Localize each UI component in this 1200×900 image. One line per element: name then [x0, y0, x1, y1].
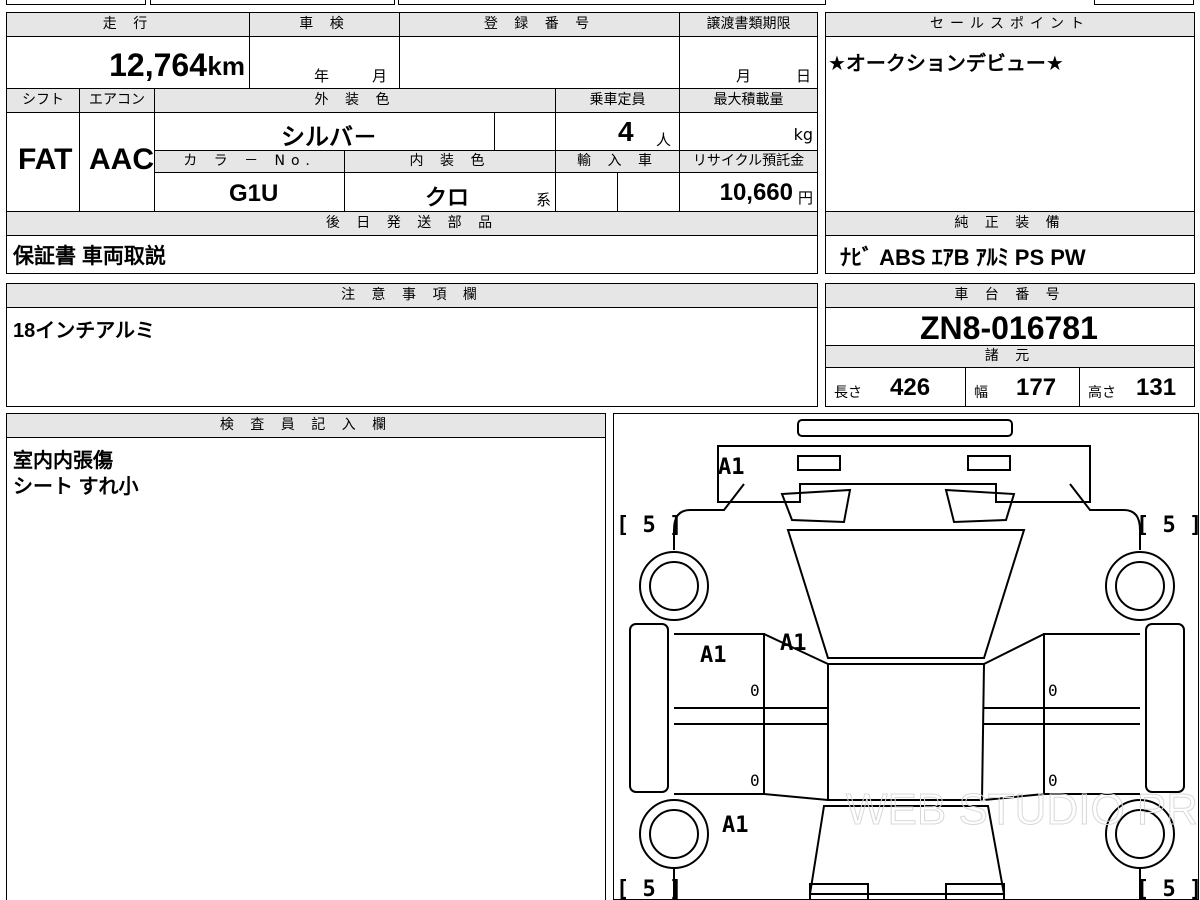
transfer-deadline-header: 譲渡書類期限 [680, 13, 817, 37]
transfer-day: 日 [796, 67, 812, 85]
mileage-header: 走 行 [7, 13, 250, 37]
equipment-section: 純 正 装 備 ﾅﾋﾞ ABS ｴｱB ｱﾙﾐ PS PW [825, 212, 1195, 274]
zero-mark-3: 0 [1048, 681, 1058, 700]
notes-section: 注 意 事 項 欄 18インチアルミ [6, 283, 818, 407]
exterior-header: 外 装 色 [155, 89, 556, 113]
inspector-line-1: 室内内張傷 [13, 450, 113, 472]
spec-width-value: 177 [1016, 374, 1057, 401]
load-unit: kg [793, 125, 813, 144]
capacity-unit: 人 [656, 131, 672, 149]
zero-mark-4: 0 [1048, 771, 1058, 790]
car-damage-diagram: WEB STUDIO PRO [ 5 ] [ 5 ] [ 5 ] [ 5 ] A… [613, 413, 1199, 900]
load-cell: kg [680, 113, 817, 151]
shift-cell: FAT [7, 113, 80, 211]
tire-label-front-left: [ 5 ] [616, 513, 682, 538]
later-parts-value: 保証書 車両取説 [13, 245, 166, 268]
spec-height-value: 131 [1136, 374, 1177, 401]
chassis-cell: ZN8-016781 [826, 308, 1194, 346]
watermark-text: WEB STUDIO PRO [846, 785, 1199, 834]
inspector-header: 検 査 員 記 入 欄 [7, 414, 605, 438]
transfer-month: 月 [736, 67, 752, 85]
import-cell-a [556, 173, 618, 211]
spec-length-value: 426 [890, 374, 931, 401]
damage-mark-front: A1 [718, 455, 745, 480]
top-strip-mid [150, 0, 395, 5]
interior-cell: クロ 系 [345, 173, 556, 211]
sales-point-section: セールスポイント ★オークションデビュー★ [825, 12, 1195, 212]
sales-point-header: セールスポイント [826, 13, 1194, 37]
spec-height-cell: 高さ 131 [1080, 368, 1194, 406]
zero-mark-2: 0 [750, 771, 760, 790]
shaken-year: 年 [314, 67, 330, 85]
later-parts-header: 後 日 発 送 部 品 [7, 212, 817, 236]
ac-value: AAC [89, 143, 154, 176]
chassis-value: ZN8-016781 [920, 310, 1098, 346]
shift-header: シフト [7, 89, 80, 113]
inspector-line-2: シート すれ小 [13, 476, 139, 498]
color-no-value: G1U [229, 180, 279, 207]
recycle-value: 10,660 [719, 179, 793, 206]
shaken-month: 月 [372, 67, 388, 85]
top-strip-left [6, 0, 146, 5]
notes-value: 18インチアルミ [13, 320, 156, 342]
equipment-value: ﾅﾋﾞ ABS ｴｱB ｱﾙﾐ PS PW [840, 245, 1086, 270]
chassis-section: 車 台 番 号 ZN8-016781 諸 元 長さ 426 幅 177 高さ 1… [825, 283, 1195, 407]
transfer-cell: 月 日 [680, 37, 817, 89]
specs-header: 諸 元 [826, 346, 1194, 368]
color-no-header: カ ラ － No. [155, 151, 345, 173]
import-header: 輸 入 車 [556, 151, 680, 173]
exterior-cell: シルバ－ [155, 113, 495, 151]
capacity-cell: 4 人 [556, 113, 680, 151]
tire-label-front-right: [ 5 ] [1136, 513, 1199, 538]
mileage-cell: 12,764 km [7, 37, 250, 89]
top-strip-right [398, 0, 826, 5]
ac-header: エアコン [80, 89, 155, 113]
damage-mark-left-door: A1 [700, 643, 727, 668]
vehicle-info-grid: 走 行 車 検 登 録 番 号 譲渡書類期限 12,764 km 年 月 月 日… [6, 12, 818, 212]
tire-label-rear-left: [ 5 ] [616, 877, 682, 900]
import-cell-b [618, 173, 680, 211]
recycle-header: リサイクル預託金 [680, 151, 817, 173]
recycle-unit: 円 [797, 189, 813, 207]
mileage-unit: km [207, 51, 245, 81]
equipment-header: 純 正 装 備 [826, 212, 1194, 236]
sales-point-value: ★オークションデビュー★ [828, 53, 1064, 75]
spec-height-label: 高さ [1088, 385, 1116, 401]
shift-value: FAT [18, 143, 73, 176]
spec-length-label: 長さ [834, 385, 862, 401]
load-header: 最大積載量 [680, 89, 817, 113]
recycle-cell: 10,660 円 [680, 173, 817, 211]
shaken-cell: 年 月 [250, 37, 400, 89]
damage-mark-windshield: A1 [780, 631, 807, 656]
inspector-section: 検 査 員 記 入 欄 室内内張傷 シート すれ小 [6, 413, 606, 900]
capacity-header: 乗車定員 [556, 89, 680, 113]
exterior-extra-cell [495, 113, 556, 151]
notes-header: 注 意 事 項 欄 [7, 284, 817, 308]
spec-length-cell: 長さ 426 [826, 368, 966, 406]
mileage-value: 12,764 [109, 47, 207, 83]
capacity-value: 4 [618, 116, 634, 147]
interior-header: 内 装 色 [345, 151, 556, 173]
registration-header: 登 録 番 号 [400, 13, 680, 37]
color-no-cell: G1U [155, 173, 345, 211]
exterior-value: シルバ－ [281, 124, 377, 151]
later-parts-section: 後 日 発 送 部 品 保証書 車両取説 [6, 212, 818, 274]
zero-mark-1: 0 [750, 681, 760, 700]
registration-cell [400, 37, 680, 89]
chassis-header: 車 台 番 号 [826, 284, 1194, 308]
interior-value: クロ [425, 185, 470, 210]
interior-suffix: 系 [535, 191, 551, 209]
tire-label-rear-right: [ 5 ] [1136, 877, 1199, 900]
shaken-header: 車 検 [250, 13, 400, 37]
ac-cell: AAC [80, 113, 155, 211]
damage-mark-rear-left: A1 [722, 813, 749, 838]
spec-width-cell: 幅 177 [966, 368, 1080, 406]
top-strip-far [1094, 0, 1194, 5]
spec-width-label: 幅 [974, 385, 988, 401]
